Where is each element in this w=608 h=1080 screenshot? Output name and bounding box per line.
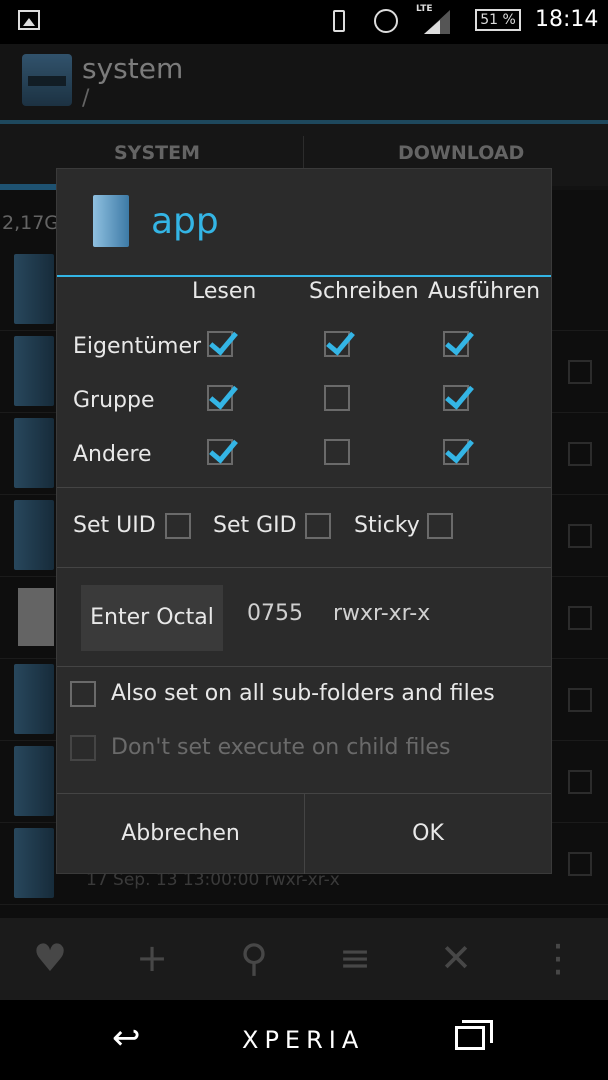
no-exec-child-label: Don't set execute on child files: [111, 735, 451, 760]
battery-indicator: 51 %: [475, 9, 521, 31]
symbolic-permissions: rwxr-xr-x: [333, 601, 431, 626]
section-divider: [57, 666, 551, 667]
row-label-owner: Eigentümer: [73, 334, 202, 359]
row-label-others: Andere: [73, 442, 152, 467]
group-execute-checkbox[interactable]: [443, 385, 469, 411]
group-read-checkbox[interactable]: [207, 385, 233, 411]
others-read-checkbox[interactable]: [207, 439, 233, 465]
alarm-icon: [374, 9, 398, 33]
setgid-label: Set GID: [213, 513, 297, 538]
signal-icon: [424, 10, 450, 34]
setgid-checkbox[interactable]: [305, 513, 331, 539]
others-write-checkbox[interactable]: [324, 439, 350, 465]
enter-octal-button[interactable]: Enter Octal: [81, 585, 223, 651]
brand-logo: XPERIA: [242, 1026, 365, 1054]
group-write-checkbox[interactable]: [324, 385, 350, 411]
owner-execute-checkbox[interactable]: [443, 331, 469, 357]
recent-apps-icon[interactable]: [455, 1020, 493, 1050]
owner-read-checkbox[interactable]: [207, 331, 233, 357]
sticky-checkbox[interactable]: [427, 513, 453, 539]
octal-value: 0755: [247, 601, 303, 626]
recursive-label[interactable]: Also set on all sub-folders and files: [111, 681, 495, 706]
recursive-checkbox[interactable]: [70, 681, 96, 707]
owner-write-checkbox[interactable]: [324, 331, 350, 357]
sticky-label: Sticky: [354, 513, 420, 538]
row-label-group: Gruppe: [73, 388, 155, 413]
section-divider: [57, 567, 551, 568]
clock: 18:14: [535, 7, 599, 32]
column-header-execute: Ausführen: [428, 279, 541, 304]
permissions-dialog: app Lesen Schreiben Ausführen Eigentümer…: [56, 168, 552, 874]
vibrate-icon: [333, 10, 345, 32]
setuid-label: Set UID: [73, 513, 156, 538]
ok-button[interactable]: OK: [305, 794, 551, 874]
cancel-button[interactable]: Abbrechen: [57, 794, 304, 874]
column-header-read: Lesen: [192, 279, 257, 304]
column-header-write: Schreiben: [309, 279, 419, 304]
dialog-title: app: [151, 201, 219, 242]
dialog-button-bar: Abbrechen OK: [57, 793, 551, 874]
title-divider: [57, 275, 551, 277]
no-exec-child-checkbox: [70, 735, 96, 761]
others-execute-checkbox[interactable]: [443, 439, 469, 465]
system-nav-bar: ↩ XPERIA: [0, 1000, 608, 1080]
back-icon[interactable]: ↩: [112, 1018, 141, 1058]
folder-icon: [93, 195, 129, 247]
section-divider: [57, 487, 551, 488]
status-bar: LTE 51 % 18:14: [0, 0, 608, 44]
gallery-notification-icon: [18, 10, 40, 30]
setuid-checkbox[interactable]: [165, 513, 191, 539]
